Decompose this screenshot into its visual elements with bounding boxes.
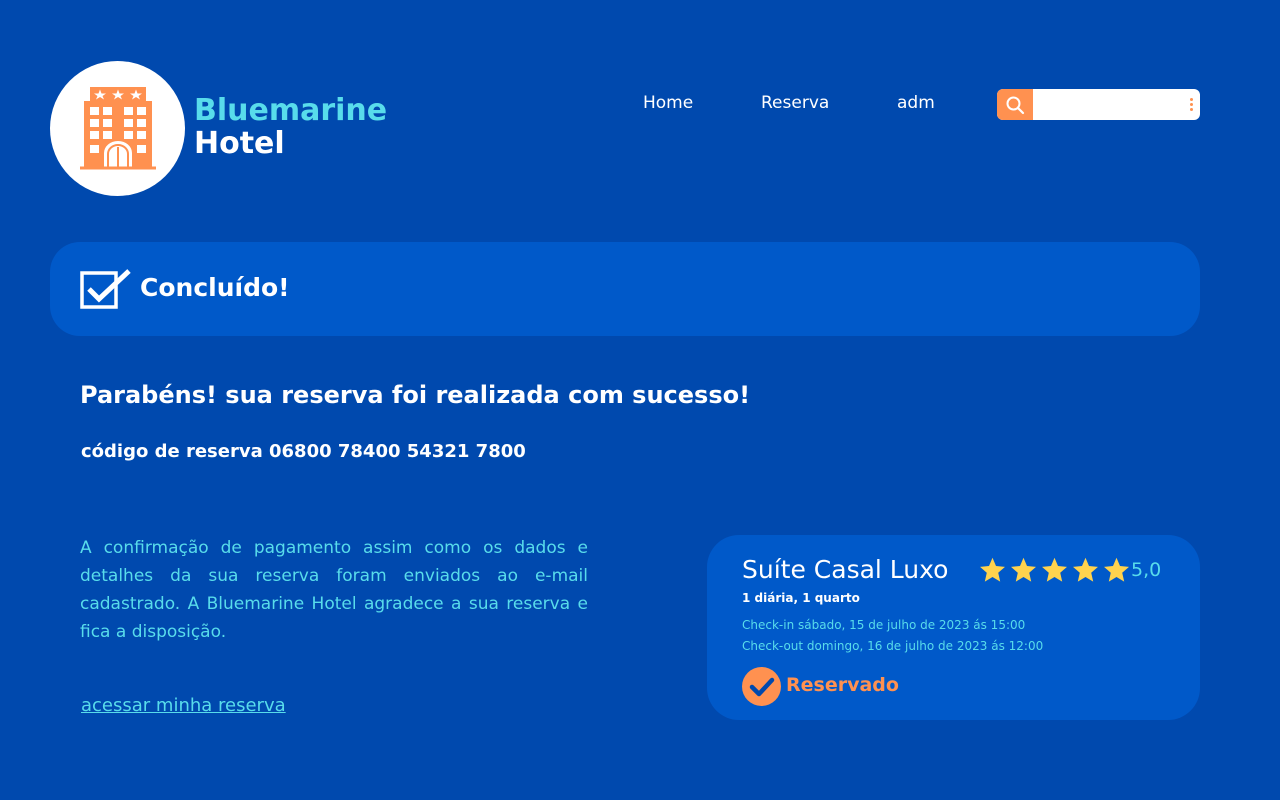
banner-title: Concluído! <box>140 273 290 302</box>
nav-adm[interactable]: adm <box>897 93 935 113</box>
room-name: Suíte Casal Luxo <box>742 555 949 584</box>
hotel-building-icon <box>79 86 156 169</box>
search-input[interactable] <box>1035 92 1175 117</box>
access-reservation-link[interactable]: acessar minha reserva <box>81 695 286 716</box>
success-heading: Parabéns! sua reserva foi realizada com … <box>80 381 751 409</box>
star-icon <box>1042 557 1067 582</box>
checkbox-checked-icon <box>80 269 131 309</box>
nav-reserva[interactable]: Reserva <box>761 93 829 113</box>
rating-value: 5,0 <box>1131 559 1162 581</box>
star-icon <box>1073 557 1098 582</box>
checkout-info: Check-out domingo, 16 de julho de 2023 á… <box>742 639 1044 653</box>
checkin-info: Check-in sábado, 15 de julho de 2023 ás … <box>742 618 1026 632</box>
star-rating <box>977 556 1132 584</box>
status-badge: Reservado <box>786 674 899 696</box>
brand-name-line2: Hotel <box>194 126 285 161</box>
kebab-menu-icon[interactable] <box>1190 98 1193 113</box>
reservation-code: código de reserva 06800 78400 54321 7800 <box>81 441 526 462</box>
logo[interactable] <box>50 61 185 196</box>
status-banner: Concluído! <box>50 242 1200 336</box>
check-circle-icon <box>742 667 781 706</box>
star-icon <box>1104 557 1129 582</box>
booking-card: Suíte Casal Luxo 5,0 1 diária, 1 quarto … <box>707 535 1200 720</box>
search-button[interactable] <box>997 89 1033 120</box>
star-icon <box>980 557 1005 582</box>
stay-details: 1 diária, 1 quarto <box>742 591 860 605</box>
nav-home[interactable]: Home <box>643 93 693 113</box>
confirmation-message: A confirmação de pagamento assim como os… <box>80 538 588 642</box>
star-icon <box>1011 557 1036 582</box>
brand-name: Bluemarine Hotel <box>194 94 387 160</box>
search-bar <box>997 89 1200 120</box>
brand-name-line1: Bluemarine <box>194 93 388 128</box>
search-icon <box>1006 96 1025 114</box>
